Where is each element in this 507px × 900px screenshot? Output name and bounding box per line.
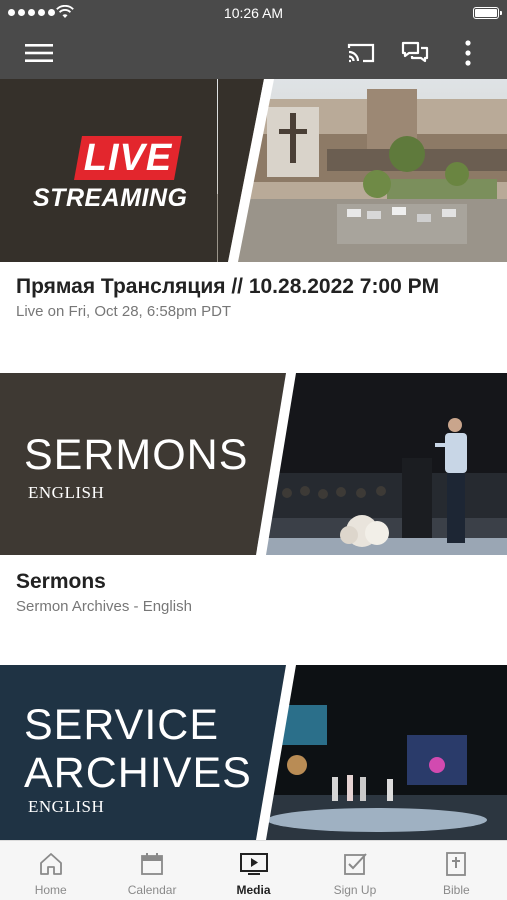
media-card-sermons[interactable]: SERMONS ENGLISH Sermons Sermon Archives … <box>0 373 507 615</box>
streaming-text: STREAMING <box>33 184 188 212</box>
banner-divider <box>250 373 296 555</box>
status-time: 10:26 AM <box>223 5 284 21</box>
sermons-banner-language: ENGLISH <box>28 483 105 502</box>
service-archives-banner: SERVICE ARCHIVES ENGLISH <box>0 665 507 840</box>
more-vertical-icon <box>465 40 471 66</box>
checkbox-icon <box>344 853 367 875</box>
card-title: Прямая Трансляция // 10.28.2022 7:00 PM <box>16 275 440 298</box>
card-subtitle: Sermon Archives - English <box>16 598 192 615</box>
media-play-icon <box>239 853 268 875</box>
menu-button[interactable] <box>21 35 57 71</box>
sermons-banner: SERMONS ENGLISH <box>0 373 507 555</box>
service-archives-line2: ARCHIVES <box>24 749 252 797</box>
card-subtitle: Live on Fri, Oct 28, 6:58pm PDT <box>16 303 232 320</box>
hamburger-menu-icon <box>25 44 53 62</box>
cast-icon <box>347 43 375 63</box>
calendar-icon <box>141 853 164 875</box>
tab-label: Sign Up <box>333 883 377 897</box>
tab-media[interactable]: Media <box>203 841 304 900</box>
tab-label: Calendar <box>127 883 177 897</box>
battery-icon <box>473 7 502 19</box>
chat-bubbles-icon <box>401 41 429 63</box>
tab-label: Home <box>34 883 67 897</box>
service-archives-banner-language: ENGLISH <box>28 797 105 816</box>
chat-button[interactable] <box>397 35 433 71</box>
tab-sign-up[interactable]: Sign Up <box>304 841 405 900</box>
more-options-button[interactable] <box>450 35 486 71</box>
tab-bible[interactable]: Bible <box>406 841 507 900</box>
live-banner: LIVE STREAMING <box>0 79 507 262</box>
media-card-live[interactable]: LIVE STREAMING Прямая Трансляция // 10.2… <box>0 79 507 320</box>
tab-calendar[interactable]: Calendar <box>101 841 202 900</box>
banner-divider <box>218 79 274 262</box>
tab-bar: Home Calendar Media Sign Up Bible <box>0 840 507 900</box>
bible-icon <box>446 852 467 876</box>
service-archives-banner-title: SERVICE ARCHIVES <box>24 701 252 797</box>
card-title: Sermons <box>16 570 106 593</box>
tab-home[interactable]: Home <box>0 841 101 900</box>
media-feed[interactable]: LIVE STREAMING Прямая Трансляция // 10.2… <box>0 79 507 840</box>
status-bar: 10:26 AM <box>0 0 507 26</box>
banner-divider <box>250 665 296 840</box>
app-bar <box>0 26 507 79</box>
media-card-service-archives[interactable]: SERVICE ARCHIVES ENGLISH <box>0 665 507 840</box>
tab-label: Bible <box>442 883 470 897</box>
home-icon <box>39 853 62 875</box>
live-badge-text: LIVE <box>83 137 173 179</box>
sermons-banner-title: SERMONS <box>24 431 249 479</box>
tab-label: Media <box>236 883 271 897</box>
cast-button[interactable] <box>343 35 379 71</box>
service-archives-line1: SERVICE <box>24 701 219 749</box>
